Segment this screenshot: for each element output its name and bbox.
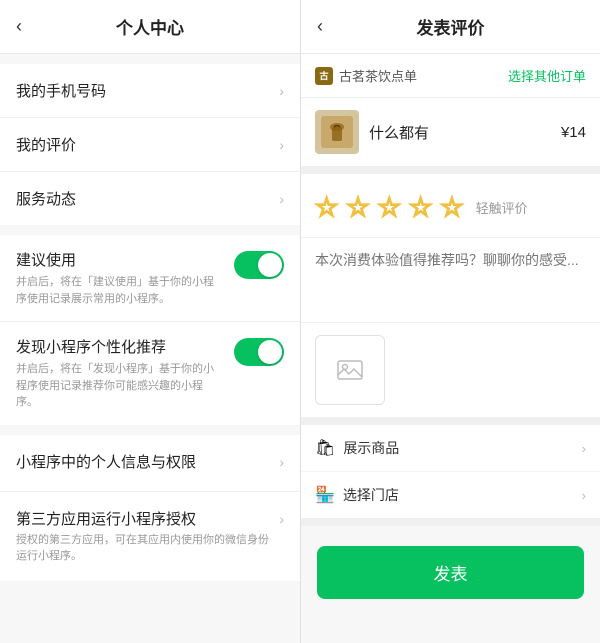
right-title: 发表评价 <box>417 14 485 39</box>
left-back-button[interactable]: ‹ <box>16 16 22 37</box>
menu-section: 我的手机号码 › 我的评价 › 服务动态 › <box>0 64 300 225</box>
setting-recommend-title: 建议使用 <box>16 249 224 270</box>
comment-input[interactable] <box>315 250 586 305</box>
nav-section: 小程序中的个人信息与权限 › 第三方应用运行小程序授权 授权的第三方应用，可在其… <box>0 435 300 581</box>
right-header: ‹ 发表评价 <box>301 0 600 54</box>
left-panel: ‹ 个人中心 我的手机号码 › 我的评价 › 服务动态 › 建议使用 并启后，将… <box>0 0 300 643</box>
action-rows: 🛍 展示商品 › 🏪 选择门店 › <box>301 425 600 526</box>
show-product-label: 展示商品 <box>343 438 399 458</box>
select-store-label: 选择门店 <box>343 485 399 505</box>
stars-hint: 轻触评价 <box>476 198 528 217</box>
setting-discover-title: 发现小程序个性化推荐 <box>16 336 224 357</box>
stars-section: ☆ ☆ ☆ ☆ ☆ 轻触评价 <box>301 174 600 238</box>
star-5[interactable]: ☆ <box>440 192 463 223</box>
menu-item-service[interactable]: 服务动态 › <box>0 172 300 225</box>
setting-recommend-desc: 并启后，将在「建议使用」基于你的小程序使用记录展示常用的小程序。 <box>16 274 224 307</box>
star-2[interactable]: ☆ <box>346 192 369 223</box>
nav-auth-desc: 授权的第三方应用，可在其应用内使用你的微信身份运行小程序。 <box>16 532 279 565</box>
menu-service-chevron: › <box>279 191 284 207</box>
setting-discover-content: 发现小程序个性化推荐 并启后，将在「发现小程序」基于你的小程序使用记录推荐你可能… <box>16 336 224 411</box>
product-name: 什么都有 <box>369 122 429 143</box>
upload-image-button[interactable] <box>315 335 385 405</box>
setting-discover-desc: 并启后，将在「发现小程序」基于你的小程序使用记录推荐你可能感兴趣的小程序。 <box>16 361 224 411</box>
left-header: ‹ 个人中心 <box>0 0 300 54</box>
setting-discover: 发现小程序个性化推荐 并启后，将在「发现小程序」基于你的小程序使用记录推荐你可能… <box>0 322 300 425</box>
order-select-link[interactable]: 选择其他订单 <box>508 66 586 85</box>
menu-service-label: 服务动态 <box>16 188 76 209</box>
action-show-product[interactable]: 🛍 展示商品 › <box>301 425 600 472</box>
submit-button[interactable]: 发表 <box>317 546 584 599</box>
product-image <box>315 110 359 154</box>
product-row: 什么都有 ¥14 <box>301 98 600 174</box>
action-select-store[interactable]: 🏪 选择门店 › <box>301 472 600 518</box>
show-product-chevron: › <box>582 441 586 456</box>
nav-item-auth[interactable]: 第三方应用运行小程序授权 授权的第三方应用，可在其应用内使用你的微信身份运行小程… <box>0 492 300 581</box>
star-4[interactable]: ☆ <box>409 192 432 223</box>
review-content: 古茗茶饮点单 选择其他订单 什么都有 ¥14 ☆ <box>301 54 600 643</box>
nav-privacy-title: 小程序中的个人信息与权限 <box>16 451 196 472</box>
shop-icon <box>315 67 333 85</box>
nav-auth-title: 第三方应用运行小程序授权 <box>16 508 279 529</box>
nav-item-privacy[interactable]: 小程序中的个人信息与权限 › <box>0 435 300 492</box>
submit-area: 发表 <box>301 526 600 619</box>
menu-review-chevron: › <box>279 137 284 153</box>
star-1[interactable]: ☆ <box>315 192 338 223</box>
setting-recommend-content: 建议使用 并启后，将在「建议使用」基于你的小程序使用记录展示常用的小程序。 <box>16 249 224 307</box>
order-shop-name: 古茗茶饮点单 <box>339 66 417 85</box>
menu-review-label: 我的评价 <box>16 134 76 155</box>
menu-item-review[interactable]: 我的评价 › <box>0 118 300 172</box>
comment-area <box>301 238 600 323</box>
right-panel: ‹ 发表评价 古茗茶饮点单 选择其他订单 <box>300 0 600 643</box>
menu-phone-chevron: › <box>279 83 284 99</box>
star-3[interactable]: ☆ <box>378 192 401 223</box>
bag-icon: 🛍 <box>315 438 335 458</box>
image-upload <box>301 323 600 425</box>
menu-item-phone[interactable]: 我的手机号码 › <box>0 64 300 118</box>
nav-privacy-chevron: › <box>279 454 284 470</box>
select-store-chevron: › <box>582 488 586 503</box>
setting-recommend: 建议使用 并启后，将在「建议使用」基于你的小程序使用记录展示常用的小程序。 <box>0 235 300 322</box>
setting-discover-toggle[interactable] <box>234 338 284 366</box>
menu-phone-label: 我的手机号码 <box>16 80 106 101</box>
product-price: ¥14 <box>561 124 586 141</box>
left-title: 个人中心 <box>116 14 184 39</box>
setting-recommend-toggle[interactable] <box>234 251 284 279</box>
right-back-button[interactable]: ‹ <box>317 16 323 37</box>
nav-auth-chevron: › <box>279 511 284 527</box>
store-icon: 🏪 <box>315 485 335 505</box>
settings-section: 建议使用 并启后，将在「建议使用」基于你的小程序使用记录展示常用的小程序。 发现… <box>0 235 300 425</box>
order-info: 古茗茶饮点单 选择其他订单 <box>301 54 600 98</box>
